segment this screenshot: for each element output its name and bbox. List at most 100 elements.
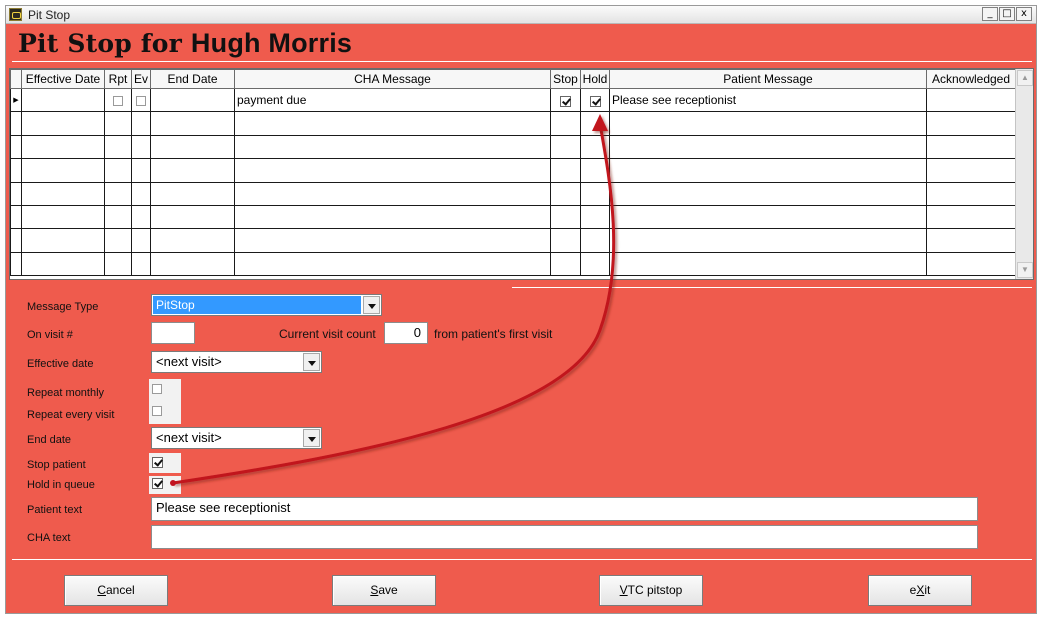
hold-cell[interactable] (580, 87, 610, 113)
empty-cell[interactable] (609, 134, 927, 160)
empty-cell[interactable] (21, 228, 105, 253)
chevron-down-icon[interactable] (303, 429, 320, 447)
empty-cell[interactable] (550, 181, 581, 206)
empty-cell[interactable] (926, 111, 1016, 136)
empty-cell[interactable] (104, 251, 132, 277)
empty-cell[interactable] (21, 181, 105, 206)
table-row[interactable] (10, 158, 1016, 183)
empty-cell[interactable] (131, 228, 151, 253)
empty-cell[interactable] (609, 204, 927, 230)
column-header[interactable]: Effective Date (21, 69, 105, 89)
column-header[interactable]: Patient Message (609, 69, 927, 89)
end-date-cell[interactable] (150, 87, 235, 113)
empty-cell[interactable] (234, 111, 551, 136)
cha-message-cell[interactable]: payment due (234, 87, 551, 113)
table-row[interactable] (10, 228, 1016, 253)
empty-cell[interactable] (21, 251, 105, 277)
empty-cell[interactable] (580, 204, 610, 230)
rpt-checkbox[interactable] (113, 96, 123, 107)
empty-cell[interactable] (104, 134, 132, 160)
empty-cell[interactable] (580, 158, 610, 183)
column-header[interactable]: CHA Message (234, 69, 551, 89)
empty-cell[interactable] (234, 251, 551, 277)
empty-cell[interactable] (104, 111, 132, 136)
empty-cell[interactable] (131, 181, 151, 206)
rpt-cell[interactable] (104, 87, 132, 113)
patient-message-cell[interactable]: Please see receptionist (609, 87, 927, 113)
empty-cell[interactable] (150, 158, 235, 183)
empty-cell[interactable] (150, 228, 235, 253)
on-visit-input[interactable] (151, 322, 195, 344)
close-icon[interactable]: x (1016, 7, 1032, 21)
column-header[interactable]: Hold (580, 69, 610, 89)
empty-cell[interactable] (21, 111, 105, 136)
empty-cell[interactable] (234, 204, 551, 230)
empty-cell[interactable] (104, 204, 132, 230)
repeat-every-visit-checkbox[interactable] (152, 406, 162, 416)
table-row[interactable] (10, 134, 1016, 160)
effective-date-cell[interactable] (21, 87, 105, 113)
minimize-icon[interactable]: _ (982, 7, 998, 21)
empty-cell[interactable] (926, 158, 1016, 183)
empty-cell[interactable] (21, 134, 105, 160)
stop-cell[interactable] (550, 87, 581, 113)
empty-cell[interactable] (150, 204, 235, 230)
empty-cell[interactable] (580, 134, 610, 160)
empty-cell[interactable] (550, 158, 581, 183)
empty-cell[interactable] (234, 158, 551, 183)
maximize-icon[interactable]: □ (999, 7, 1015, 21)
table-row[interactable] (10, 111, 1016, 136)
cancel-button[interactable]: Cancel (64, 575, 168, 606)
empty-cell[interactable] (104, 181, 132, 206)
cha-text-input[interactable] (151, 525, 978, 549)
empty-cell[interactable] (131, 251, 151, 277)
stop-patient-checkbox[interactable] (152, 457, 163, 468)
empty-cell[interactable] (926, 134, 1016, 160)
table-row[interactable] (10, 251, 1016, 277)
empty-cell[interactable] (550, 251, 581, 277)
message-type-select[interactable]: PitStop (151, 294, 382, 316)
empty-cell[interactable] (609, 228, 927, 253)
column-header[interactable]: End Date (150, 69, 235, 89)
column-header[interactable]: Ev (131, 69, 151, 89)
grid-scrollbar[interactable]: ▲ ▼ (1015, 69, 1033, 279)
empty-cell[interactable] (926, 228, 1016, 253)
empty-cell[interactable] (926, 181, 1016, 206)
empty-cell[interactable] (550, 204, 581, 230)
chevron-down-icon[interactable] (363, 296, 380, 314)
save-button[interactable]: Save (332, 575, 436, 606)
empty-cell[interactable] (150, 181, 235, 206)
vtc-pitstop-button[interactable]: VTC pitstop (599, 575, 703, 606)
empty-cell[interactable] (580, 111, 610, 136)
empty-cell[interactable] (234, 228, 551, 253)
scroll-up-icon[interactable]: ▲ (1017, 70, 1033, 86)
empty-cell[interactable] (926, 251, 1016, 277)
ev-checkbox[interactable] (136, 96, 146, 107)
patient-text-input[interactable]: Please see receptionist (151, 497, 978, 521)
end-date-select[interactable]: <next visit> (151, 427, 322, 449)
scroll-down-icon[interactable]: ▼ (1017, 262, 1033, 278)
column-header[interactable]: Stop (550, 69, 581, 89)
empty-cell[interactable] (609, 111, 927, 136)
empty-cell[interactable] (150, 251, 235, 277)
empty-cell[interactable] (131, 204, 151, 230)
current-visit-count-input[interactable]: 0 (384, 322, 428, 344)
empty-cell[interactable] (609, 181, 927, 206)
repeat-monthly-checkbox[interactable] (152, 384, 162, 394)
empty-cell[interactable] (550, 134, 581, 160)
chevron-down-icon[interactable] (303, 353, 320, 371)
effective-date-select[interactable]: <next visit> (151, 351, 322, 373)
ev-cell[interactable] (131, 87, 151, 113)
empty-cell[interactable] (150, 111, 235, 136)
column-header[interactable]: Rpt (104, 69, 132, 89)
empty-cell[interactable] (580, 181, 610, 206)
exit-button[interactable]: eXit (868, 575, 972, 606)
hold-in-queue-checkbox[interactable] (152, 478, 163, 489)
empty-cell[interactable] (234, 134, 551, 160)
empty-cell[interactable] (150, 134, 235, 160)
empty-cell[interactable] (21, 204, 105, 230)
table-row[interactable]: ▶ payment due Please see receptionist (10, 87, 1016, 113)
stop-checkbox[interactable] (560, 95, 571, 107)
empty-cell[interactable] (609, 158, 927, 183)
empty-cell[interactable] (104, 158, 132, 183)
